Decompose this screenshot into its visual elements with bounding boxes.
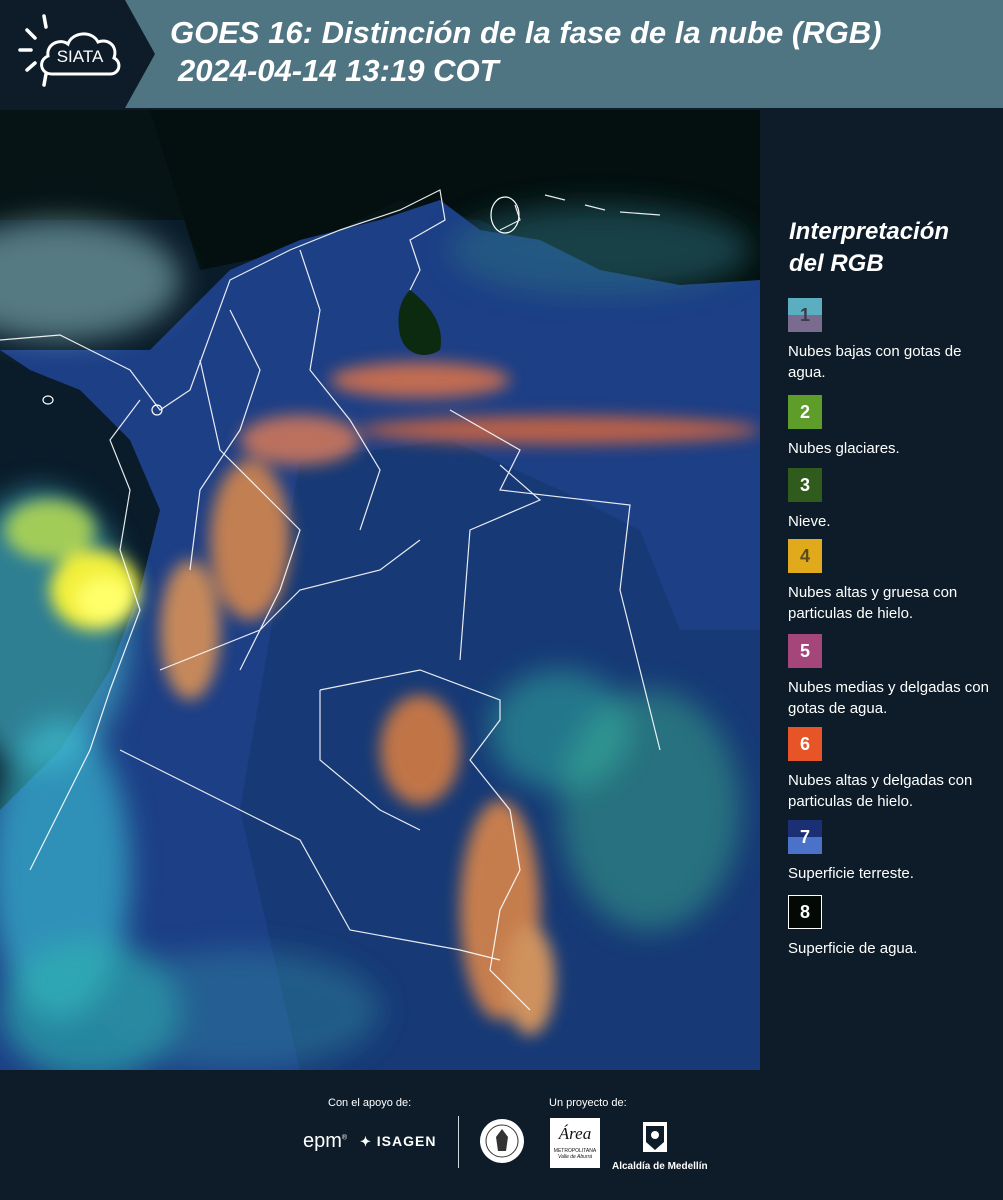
legend-label: Nubes altas y gruesa con particulas de h…	[788, 584, 958, 622]
legend-swatch-1: 1	[788, 298, 822, 332]
legend-swatch-2: 2	[788, 395, 822, 429]
isagen-logo[interactable]: ✦ ISAGEN	[360, 1133, 436, 1150]
epm-logo[interactable]: epm®	[303, 1130, 347, 1153]
legend-swatch-3: 3	[788, 468, 822, 502]
area-metropolitana-logo[interactable]: Área METROPOLITANA Valle de Aburrá	[550, 1118, 600, 1168]
siata-logo-text: SIATA	[57, 47, 104, 66]
alcaldia-medellin-label[interactable]: Alcaldía de Medellín	[612, 1161, 708, 1172]
footer: Con el apoyo de: Un proyecto de: epm® ✦ …	[0, 1070, 1003, 1200]
area-sub-2: Valle de Aburrá	[557, 1154, 593, 1160]
legend-label: Nubes altas y delgadas con particulas de…	[788, 772, 973, 810]
legend-label: Superficie de agua.	[788, 940, 918, 957]
page-title: GOES 16: Distinción de la fase de la nub…	[170, 14, 881, 90]
legend-item: 1 Nubes bajas con gotas de agua.	[788, 298, 998, 383]
project-label: Un proyecto de:	[549, 1097, 627, 1109]
support-label: Con el apoyo de:	[328, 1097, 412, 1109]
legend-swatch-6: 6	[788, 727, 822, 761]
title-line-2: 2024-04-14 13:19 COT	[178, 53, 499, 88]
epm-logo-text: epm	[303, 1130, 342, 1152]
header-bar: SIATA GOES 16: Distinción de la fase de …	[0, 0, 1003, 108]
legend-swatch-5: 5	[788, 634, 822, 668]
legend-swatch-7: 7	[788, 820, 822, 854]
title-line-1: GOES 16: Distinción de la fase de la nub…	[170, 15, 882, 50]
legend-swatch-8: 8	[788, 895, 822, 929]
isagen-logo-text: ISAGEN	[376, 1133, 437, 1149]
legend-item: 2 Nubes glaciares.	[788, 395, 998, 459]
isagen-mark-icon: ✦	[360, 1134, 372, 1149]
seal-logo-icon[interactable]	[478, 1117, 526, 1165]
legend-item: 5 Nubes medias y delgadas con gotas de a…	[788, 634, 998, 719]
legend-item: 6 Nubes altas y delgadas con particulas …	[788, 727, 998, 812]
legend-panel: Interpretación del RGB 1 Nubes bajas con…	[762, 110, 1003, 1070]
satellite-rgb-image[interactable]	[0, 110, 760, 1070]
legend-item: 7 Superficie terreste.	[788, 820, 998, 884]
legend-title: Interpretación del RGB	[789, 218, 950, 277]
siata-logo[interactable]: SIATA	[0, 0, 155, 108]
legend-label: Nubes bajas con gotas de agua.	[788, 343, 962, 381]
legend-label: Nieve.	[788, 513, 831, 530]
legend-label: Nubes glaciares.	[788, 440, 900, 457]
area-name: Área	[558, 1124, 592, 1143]
medellin-crest-icon	[640, 1118, 670, 1156]
footer-divider	[458, 1116, 459, 1168]
legend-item: 4 Nubes altas y gruesa con particulas de…	[788, 539, 998, 624]
legend-swatch-4: 4	[788, 539, 822, 573]
legend-label: Nubes medias y delgadas con gotas de agu…	[788, 679, 989, 717]
legend-item: 3 Nieve.	[788, 468, 998, 532]
legend-item: 8 Superficie de agua.	[788, 895, 998, 959]
legend-label: Superficie terreste.	[788, 865, 914, 882]
